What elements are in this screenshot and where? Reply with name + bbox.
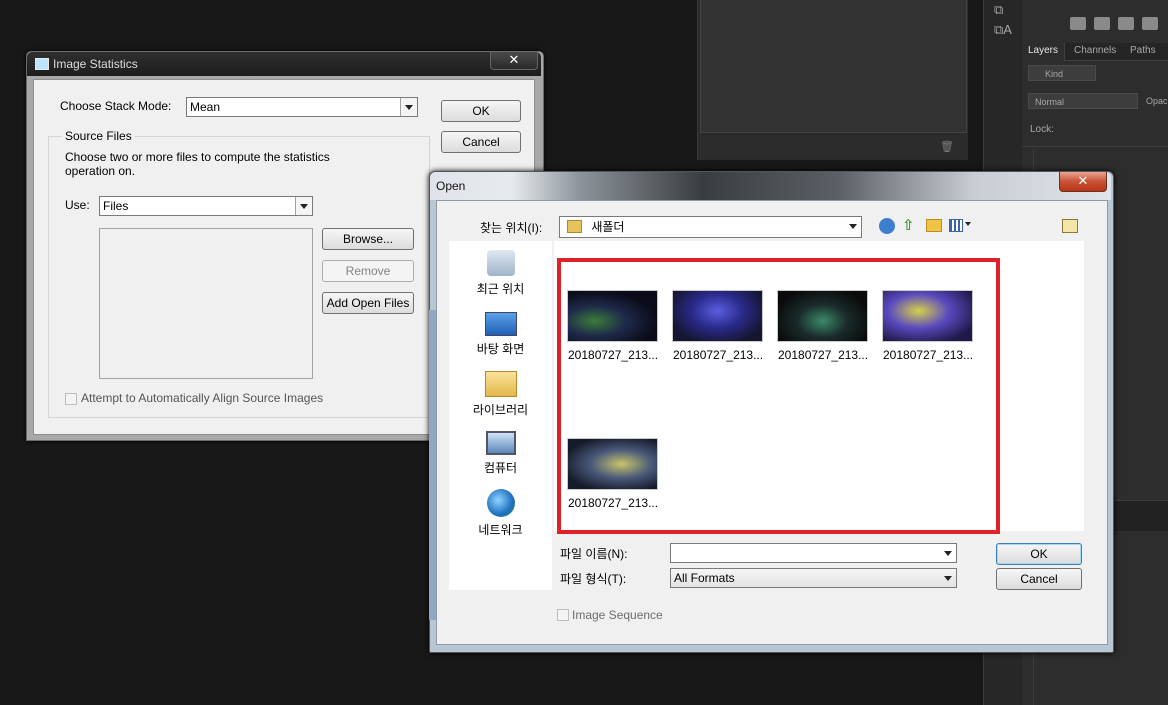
opacity-label: Opac: [1146, 96, 1168, 106]
ps-adjustments-row: [1030, 0, 1168, 40]
stack-mode-value: Mean: [190, 100, 221, 114]
use-label: Use:: [65, 198, 90, 212]
blend-mode-select[interactable]: Normal: [1028, 93, 1138, 109]
file-type-select[interactable]: All Formats: [670, 568, 957, 588]
adjustment-icon[interactable]: [1070, 17, 1086, 30]
ps-tool-icon[interactable]: ⧉: [994, 2, 1003, 18]
stack-mode-label: Choose Stack Mode:: [60, 99, 172, 113]
place-library[interactable]: 라이브러리: [449, 371, 552, 418]
view-menu-icon[interactable]: [949, 219, 963, 232]
tab-layers[interactable]: Layers: [1022, 43, 1066, 61]
source-files-description: Choose two or more files to compute the …: [65, 150, 330, 164]
back-icon[interactable]: [879, 218, 895, 234]
align-checkbox-label: Attempt to Automatically Align Source Im…: [81, 391, 324, 405]
image-sequence-checkbox[interactable]: [557, 609, 569, 621]
dialog-title: Open: [436, 179, 466, 193]
trash-icon[interactable]: 🗑: [940, 140, 954, 153]
file-name-label: 파일 이름(N):: [560, 547, 628, 561]
tab-paths[interactable]: Paths: [1130, 45, 1156, 56]
place-label: 최근 위치: [476, 282, 525, 296]
source-files-title: Source Files: [62, 129, 135, 143]
look-in-select[interactable]: 새폴더: [559, 216, 862, 238]
filter-kind-label: Kind: [1045, 69, 1064, 79]
file-type-label: 파일 형식(T):: [560, 572, 627, 586]
source-files-list[interactable]: [99, 228, 313, 379]
open-ok-button[interactable]: OK: [996, 543, 1082, 565]
favorite-folder-icon[interactable]: [1062, 219, 1078, 233]
adjustment-icon[interactable]: [1118, 17, 1134, 30]
chevron-down-icon[interactable]: [940, 569, 956, 587]
ps-panel-tabs: Layers Channels Paths: [1022, 43, 1168, 61]
up-folder-icon[interactable]: ⇧: [902, 216, 915, 234]
look-in-label: 찾는 위치(I):: [480, 221, 543, 235]
use-select[interactable]: Files: [99, 196, 313, 216]
ps-document-canvas: [700, 0, 967, 133]
adjustment-icon[interactable]: [1142, 17, 1158, 30]
cancel-button[interactable]: Cancel: [441, 131, 521, 153]
chevron-down-icon[interactable]: [965, 222, 971, 226]
align-checkbox[interactable]: [65, 393, 77, 405]
chevron-down-icon[interactable]: [845, 217, 861, 237]
desktop-icon: [484, 312, 517, 336]
place-desktop[interactable]: 바탕 화면: [449, 312, 552, 357]
ps-panel-footer: [700, 136, 965, 156]
ps-divider: [1022, 146, 1168, 147]
place-label: 컴퓨터: [483, 461, 518, 475]
open-cancel-button[interactable]: Cancel: [996, 568, 1082, 590]
close-button[interactable]: ✕: [490, 52, 538, 70]
chevron-down-icon[interactable]: [940, 544, 956, 562]
place-network[interactable]: 네트워크: [449, 489, 552, 538]
stack-mode-select[interactable]: Mean: [186, 97, 418, 117]
open-dialog-titlebar[interactable]: [430, 172, 1111, 200]
recent-places-icon: [486, 250, 515, 276]
new-folder-icon[interactable]: [926, 219, 942, 232]
place-recent[interactable]: 최근 위치: [449, 250, 552, 297]
close-button[interactable]: ✕: [1059, 172, 1107, 192]
tab-channels[interactable]: Channels: [1074, 45, 1116, 56]
place-label: 라이브러리: [472, 403, 529, 417]
browse-button[interactable]: Browse...: [322, 228, 414, 250]
source-files-description: operation on.: [65, 164, 136, 178]
folder-icon: [567, 220, 582, 234]
scroll-edge: [429, 310, 436, 620]
image-sequence-label: Image Sequence: [572, 608, 663, 622]
window-icon: [35, 58, 49, 70]
lock-label: Lock:: [1030, 124, 1054, 135]
network-icon: [486, 489, 515, 517]
ps-character-icon[interactable]: ⧉A: [994, 22, 1012, 38]
place-label: 바탕 화면: [476, 342, 525, 356]
computer-icon: [485, 431, 516, 455]
layer-filter-kind[interactable]: Kind: [1028, 65, 1096, 81]
remove-button[interactable]: Remove: [322, 260, 414, 282]
use-value: Files: [103, 199, 129, 213]
dialog-title: Image Statistics: [53, 57, 138, 71]
look-in-value: 새폴더: [591, 220, 625, 234]
file-name-input[interactable]: [670, 543, 957, 563]
chevron-down-icon[interactable]: [400, 98, 417, 116]
library-icon: [484, 371, 517, 397]
add-open-files-button[interactable]: Add Open Files: [322, 292, 414, 314]
place-label: 네트워크: [478, 523, 523, 537]
chevron-down-icon[interactable]: [295, 197, 312, 215]
file-type-value: All Formats: [674, 571, 735, 585]
place-computer[interactable]: 컴퓨터: [449, 431, 552, 476]
adjustment-icon[interactable]: [1094, 17, 1110, 30]
highlight-box: [557, 258, 1000, 534]
ok-button[interactable]: OK: [441, 100, 521, 122]
